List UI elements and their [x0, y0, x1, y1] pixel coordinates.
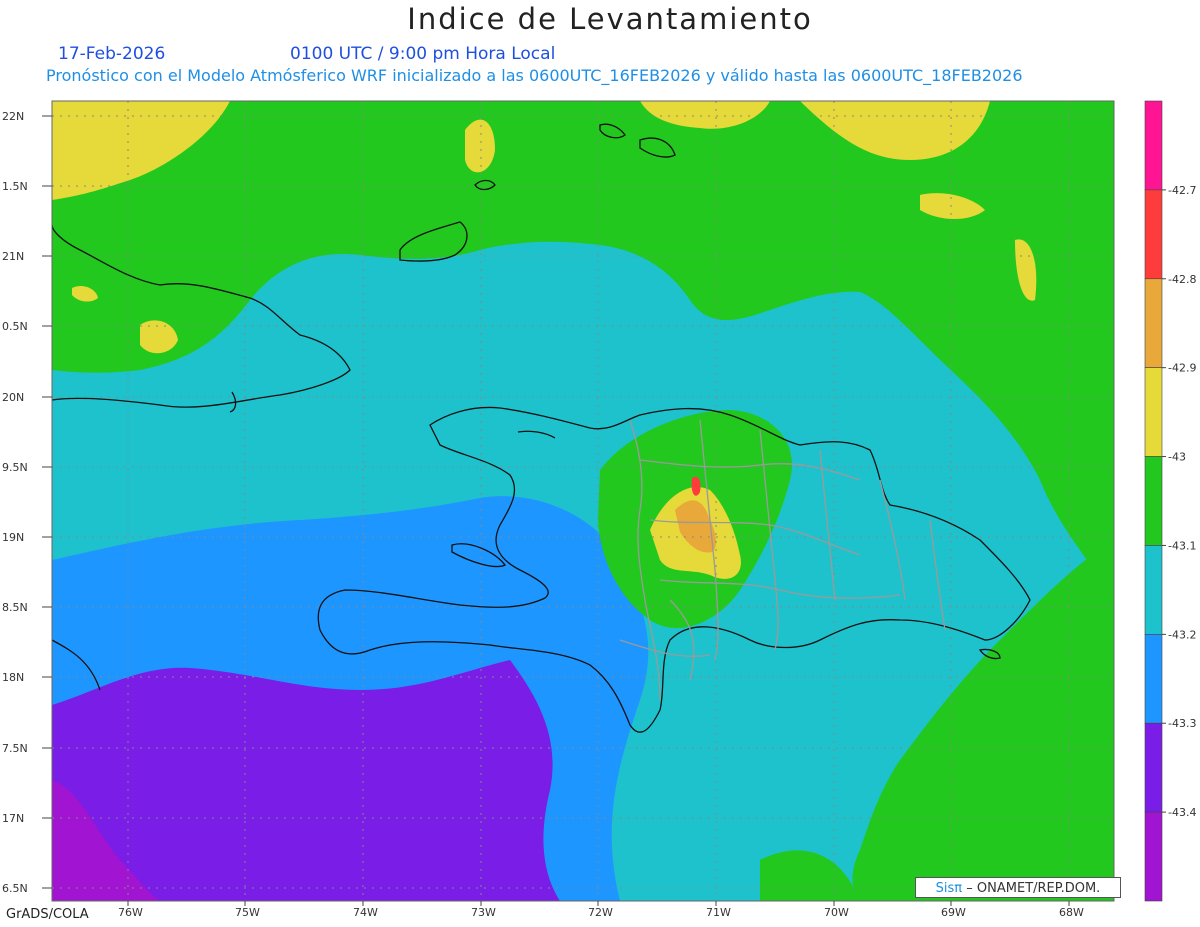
colorbar: -42.7 -42.8 -42.9 -43 -43.1 -43.2 -43.3 -43.4: [1144, 100, 1196, 902]
lon-label: 68W: [1059, 906, 1084, 919]
colorbar-swatch: [1144, 278, 1163, 368]
lon-label: 71W: [706, 906, 731, 919]
lifted-index-field: [52, 101, 1114, 901]
colorbar-swatch: [1144, 545, 1163, 635]
lat-label: 18N: [2, 671, 24, 684]
lon-label: 75W: [235, 906, 260, 919]
colorbar-swatch: [1144, 634, 1163, 724]
colorbar-swatch: [1144, 456, 1163, 546]
credit-text: – ONAMET/REP.DOM.: [966, 881, 1101, 896]
colorbar-swatch: [1144, 811, 1163, 902]
map-figure: 22N 1.5N 21N 0.5N 20N 9.5N 19N 8.5N 18N …: [2, 100, 1196, 919]
model-info: Pronóstico con el Modelo Atmósferico WRF…: [46, 66, 1023, 85]
colorbar-swatch: [1144, 100, 1163, 191]
footer-credit: GrADS/COLA: [6, 907, 89, 922]
field-band-red-core: [691, 476, 701, 496]
lat-label: 9.5N: [2, 461, 28, 474]
lon-label: 73W: [471, 906, 496, 919]
page-title: Indice de Levantamiento: [407, 2, 813, 36]
colorbar-label: -42.8: [1168, 273, 1196, 286]
lat-label: 0.5N: [2, 320, 28, 333]
forecast-time: 0100 UTC / 9:00 pm Hora Local: [290, 44, 556, 64]
forecast-date: 17-Feb-2026: [58, 44, 166, 64]
lat-label: 19N: [2, 531, 24, 544]
colorbar-label: -43.2: [1168, 628, 1196, 641]
lon-label: 70W: [824, 906, 849, 919]
colorbar-label: -43.3: [1168, 717, 1196, 730]
sispi-logo: Sisπ: [935, 881, 963, 896]
lon-axis: 76W 75W 74W 73W 72W 71W 70W 69W 68W: [118, 901, 1084, 919]
colorbar-label: -42.9: [1168, 362, 1196, 375]
lon-label: 69W: [941, 906, 966, 919]
lon-label: 76W: [118, 906, 143, 919]
lat-label: 17N: [2, 812, 24, 825]
colorbar-label: -43: [1168, 451, 1186, 464]
field-band-purple: [52, 660, 560, 901]
lat-label: 22N: [2, 110, 24, 123]
lat-label: 20N: [2, 391, 24, 404]
lat-label: 7.5N: [2, 742, 28, 755]
colorbar-swatch: [1144, 189, 1163, 280]
lat-label: 6.5N: [2, 882, 28, 895]
colorbar-label: -43.4: [1168, 806, 1196, 819]
lon-label: 74W: [353, 906, 378, 919]
colorbar-label: -43.1: [1168, 539, 1196, 552]
lat-label: 1.5N: [2, 180, 28, 193]
colorbar-label: -42.7: [1168, 184, 1196, 197]
credit-box: Sisπ – ONAMET/REP.DOM.: [915, 877, 1121, 898]
colorbar-swatch: [1144, 367, 1163, 457]
lat-label: 21N: [2, 250, 24, 263]
colorbar-swatch: [1144, 722, 1163, 813]
lon-label: 72W: [588, 906, 613, 919]
lat-axis: 22N 1.5N 21N 0.5N 20N 9.5N 19N 8.5N 18N …: [2, 110, 52, 895]
lat-label: 8.5N: [2, 601, 28, 614]
